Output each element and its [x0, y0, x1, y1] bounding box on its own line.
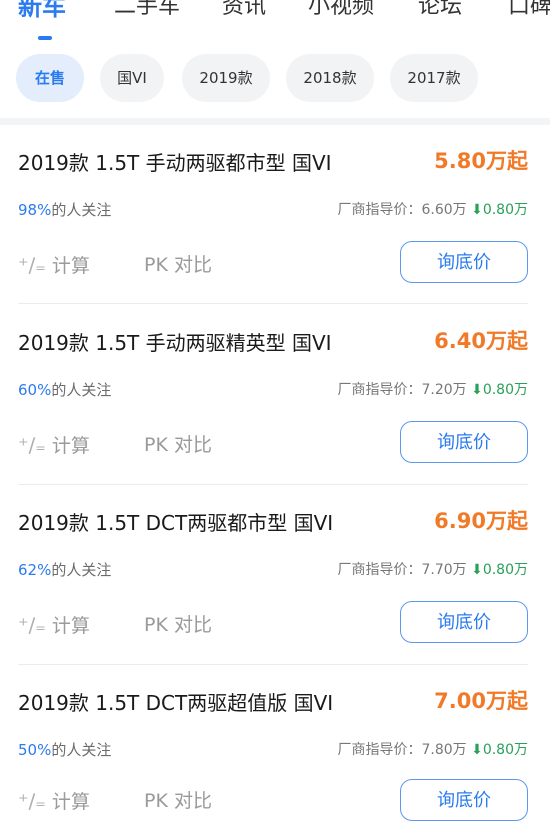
attention-label: 的人关注 — [51, 201, 112, 219]
filter-national-vi[interactable]: 国VI — [100, 54, 164, 102]
tab-forum[interactable]: 论坛 — [418, 0, 462, 22]
attention-label: 的人关注 — [51, 381, 112, 399]
ask-price-button[interactable]: 询底价 — [400, 241, 528, 283]
calculator-button[interactable]: ⁺∕₌ 计算 — [18, 605, 90, 646]
calculator-button[interactable]: ⁺∕₌ 计算 — [18, 245, 90, 286]
pk-compare-button[interactable]: PK 对比 — [144, 245, 212, 285]
guide-price: 厂商指导价：7.20万 ⬇0.80万 — [337, 379, 528, 399]
top-tab-bar: 新车 二手车 资讯 小视频 论坛 口碑 — [0, 0, 550, 46]
list-item[interactable]: 2019款 1.5T DCT两驱超值版 国VI 7.00万起 50%的人关注 厂… — [0, 665, 550, 823]
guide-price: 厂商指导价：7.70万 ⬇0.80万 — [337, 559, 528, 579]
calculator-button[interactable]: ⁺∕₌ 计算 — [18, 781, 90, 822]
calc-label: 计算 — [51, 791, 90, 813]
tab-new-car[interactable]: 新车 — [18, 0, 66, 22]
guide-price-value: 7.20万 — [421, 382, 467, 398]
attention-percent: 60% — [18, 381, 52, 399]
price-from: 6.90万起 — [434, 509, 528, 533]
attention-percent: 98% — [18, 201, 52, 219]
down-arrow-icon: ⬇ — [471, 742, 483, 758]
pk-compare-button[interactable]: PK 对比 — [144, 605, 212, 645]
ask-price-button[interactable]: 询底价 — [400, 421, 528, 463]
compare-label: 对比 — [173, 614, 212, 636]
model-title[interactable]: 2019款 1.5T 手动两驱都市型 国VI — [18, 147, 332, 176]
filter-on-sale[interactable]: 在售 — [16, 54, 84, 102]
list-item[interactable]: 2019款 1.5T 手动两驱精英型 国VI 6.40万起 60%的人关注 厂商… — [0, 305, 550, 485]
guide-price-label: 厂商指导价： — [337, 202, 422, 218]
compare-label: 对比 — [173, 254, 212, 276]
pk-label: PK — [144, 254, 168, 276]
compare-label: 对比 — [173, 434, 212, 456]
attention-percent: 50% — [18, 741, 52, 759]
attention-stat: 60%的人关注 — [18, 379, 111, 400]
price-from: 5.80万起 — [434, 149, 528, 173]
attention-label: 的人关注 — [51, 741, 112, 759]
attention-percent: 62% — [18, 561, 52, 579]
pk-compare-button[interactable]: PK 对比 — [144, 425, 212, 465]
list-item[interactable]: 2019款 1.5T 手动两驱都市型 国VI 5.80万起 98%的人关注 厂商… — [0, 125, 550, 305]
calc-label: 计算 — [51, 615, 90, 637]
ask-price-button[interactable]: 询底价 — [400, 779, 528, 821]
guide-price-value: 7.80万 — [421, 742, 467, 758]
list-item[interactable]: 2019款 1.5T DCT两驱都市型 国VI 6.90万起 62%的人关注 厂… — [0, 485, 550, 665]
filter-2017[interactable]: 2017款 — [390, 54, 478, 102]
guide-price-label: 厂商指导价： — [337, 562, 422, 578]
down-arrow-icon: ⬇ — [471, 382, 483, 398]
attention-stat: 62%的人关注 — [18, 559, 111, 580]
filter-2018[interactable]: 2018款 — [286, 54, 374, 102]
model-title[interactable]: 2019款 1.5T DCT两驱超值版 国VI — [18, 687, 333, 716]
calculator-button[interactable]: ⁺∕₌ 计算 — [18, 425, 90, 466]
guide-price: 厂商指导价：6.60万 ⬇0.80万 — [337, 199, 528, 219]
pk-compare-button[interactable]: PK 对比 — [144, 781, 212, 821]
attention-stat: 98%的人关注 — [18, 199, 111, 220]
pk-label: PK — [144, 434, 168, 456]
filter-2019[interactable]: 2019款 — [182, 54, 270, 102]
price-from: 6.40万起 — [434, 329, 528, 353]
tab-reviews[interactable]: 口碑 — [508, 0, 550, 22]
guide-price-label: 厂商指导价： — [337, 382, 422, 398]
calculator-icon: ⁺∕₌ — [18, 613, 46, 637]
calculator-icon: ⁺∕₌ — [18, 433, 46, 457]
down-arrow-icon: ⬇ — [471, 202, 483, 218]
attention-label: 的人关注 — [51, 561, 112, 579]
discount-value: 0.80万 — [482, 382, 528, 398]
discount-value: 0.80万 — [482, 202, 528, 218]
down-arrow-icon: ⬇ — [471, 562, 483, 578]
ask-price-button[interactable]: 询底价 — [400, 601, 528, 643]
tab-used-car[interactable]: 二手车 — [114, 0, 180, 22]
guide-price-value: 7.70万 — [421, 562, 467, 578]
calculator-icon: ⁺∕₌ — [18, 253, 46, 277]
active-tab-indicator — [38, 36, 52, 40]
price-from: 7.00万起 — [434, 689, 528, 713]
pk-label: PK — [144, 614, 168, 636]
attention-stat: 50%的人关注 — [18, 739, 111, 760]
calc-label: 计算 — [51, 255, 90, 277]
guide-price-label: 厂商指导价： — [337, 742, 422, 758]
calculator-icon: ⁺∕₌ — [18, 789, 46, 813]
compare-label: 对比 — [173, 790, 212, 812]
guide-price: 厂商指导价：7.80万 ⬇0.80万 — [337, 739, 528, 759]
filter-chips: 在售 国VI 2019款 2018款 2017款 — [0, 54, 550, 104]
section-divider — [0, 118, 550, 125]
tab-news[interactable]: 资讯 — [222, 0, 266, 22]
model-title[interactable]: 2019款 1.5T 手动两驱精英型 国VI — [18, 327, 332, 356]
guide-price-value: 6.60万 — [421, 202, 467, 218]
calc-label: 计算 — [51, 435, 90, 457]
tab-short-video[interactable]: 小视频 — [308, 0, 374, 22]
model-title[interactable]: 2019款 1.5T DCT两驱都市型 国VI — [18, 507, 333, 536]
pk-label: PK — [144, 790, 168, 812]
discount-value: 0.80万 — [482, 562, 528, 578]
divider — [18, 303, 528, 304]
discount-value: 0.80万 — [482, 742, 528, 758]
